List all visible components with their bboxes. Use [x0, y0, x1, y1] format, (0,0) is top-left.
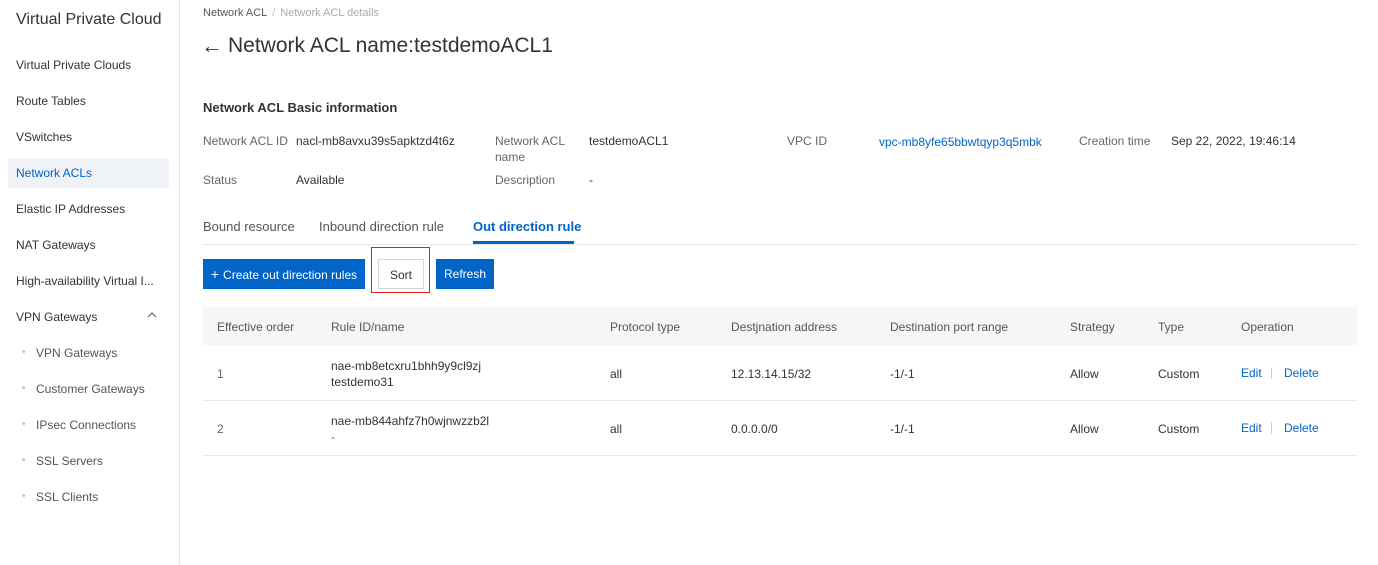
cell-protocol: all [610, 367, 623, 381]
description-value: - [589, 173, 593, 187]
sidebar-subitem-vpn-gateways[interactable]: • VPN Gateways [8, 338, 169, 368]
status-value: Available [296, 173, 345, 187]
column-header-effective-order: Effective order [217, 320, 295, 334]
operation-separator: | [1270, 365, 1274, 379]
sidebar-item-elastic-ip-addresses[interactable]: Elastic IP Addresses [8, 194, 169, 224]
sidebar-item-vswitches[interactable]: VSwitches [8, 122, 169, 152]
acl-id-label: Network ACL ID [203, 134, 288, 148]
sidebar-item-nat-gateways[interactable]: NAT Gateways [8, 230, 169, 260]
edit-link[interactable]: Edit [1241, 366, 1262, 380]
column-header-operation: Operation [1241, 320, 1294, 334]
cell-order: 1 [217, 367, 224, 381]
create-out-direction-rules-button[interactable]: + Create out direction rules [203, 259, 365, 289]
acl-id-value: nacl-mb8avxu39s5apktzd4t6z [296, 134, 455, 148]
vpc-id-label: VPC ID [787, 134, 828, 148]
sidebar-item-label: SSL Clients [36, 490, 99, 504]
row-divider [203, 400, 1357, 401]
sidebar-item-virtual-private-clouds[interactable]: Virtual Private Clouds [8, 50, 169, 80]
breadcrumb: Network ACL / Network ACL details [203, 7, 379, 19]
sidebar-item-label: Customer Gateways [36, 382, 145, 396]
tab-inbound-direction-rule[interactable]: Inbound direction rule [319, 219, 444, 234]
chevron-up-icon [147, 302, 157, 332]
sidebar-title: Virtual Private Cloud [16, 11, 162, 28]
section-title: Network ACL Basic information [203, 100, 398, 115]
column-header-protocol-type: Protocol type [610, 320, 681, 334]
cell-strategy: Allow [1070, 367, 1099, 381]
tab-out-direction-rule[interactable]: Out direction rule [473, 219, 581, 234]
sidebar-item-network-acls[interactable]: Network ACLs [8, 158, 169, 188]
creation-time-label: Creation time [1079, 134, 1151, 148]
acl-name-label-line2: name [495, 150, 526, 164]
tab-bound-resource[interactable]: Bound resource [203, 219, 295, 234]
cell-destination: 0.0.0.0/0 [731, 422, 778, 436]
cell-rule-id: nae-mb844ahfz7h0wjnwzzb2l [331, 414, 490, 428]
tabs-divider [203, 244, 1357, 245]
bullet-icon: • [22, 455, 26, 466]
cell-type: Custom [1158, 367, 1200, 381]
description-label: Description [495, 173, 556, 187]
bullet-icon: • [22, 491, 26, 502]
sidebar-item-high-availability-virtual-ip[interactable]: High-availability Virtual I... [8, 266, 169, 296]
cell-protocol: all [610, 422, 623, 436]
delete-link[interactable]: Delete [1284, 366, 1319, 380]
column-header-destination-port-range: Destination port range [890, 320, 1009, 334]
acl-name-label-line1: Network ACL [495, 134, 566, 148]
status-label: Status [203, 173, 238, 187]
cell-rule-name: - [331, 430, 335, 444]
cell-rule-name: testdemo31 [331, 375, 394, 389]
breadcrumb-separator: / [272, 7, 276, 19]
cell-order: 2 [217, 422, 224, 436]
breadcrumb-link-network-acl[interactable]: Network ACL [203, 7, 267, 19]
sidebar-subitem-customer-gateways[interactable]: • Customer Gateways [8, 374, 169, 404]
column-header-strategy: Strategy [1070, 320, 1115, 334]
sidebar-subitem-ssl-servers[interactable]: • SSL Servers [8, 446, 169, 476]
sidebar-item-label: IPsec Connections [36, 418, 137, 432]
sidebar-subitem-ssl-clients[interactable]: • SSL Clients [8, 482, 169, 512]
active-tab-indicator [473, 241, 574, 244]
page-title: Network ACL name:testdemoACL1 [228, 34, 553, 57]
sidebar-item-label: SSL Servers [36, 454, 103, 468]
sidebar-item-label: VPN Gateways [36, 346, 118, 360]
sidebar-subitem-ipsec-connections[interactable]: • IPsec Connections [8, 410, 169, 440]
cell-strategy: Allow [1070, 422, 1099, 436]
column-header-rule-id-name: Rule ID/name [331, 320, 405, 334]
column-header-type: Type [1158, 320, 1185, 334]
column-header-destination-address: Destjnation address [731, 320, 838, 334]
row-divider [203, 455, 1357, 456]
bullet-icon: • [22, 419, 26, 430]
cell-type: Custom [1158, 422, 1200, 436]
plus-icon: + [210, 266, 220, 282]
breadcrumb-current: Network ACL details [280, 7, 379, 19]
acl-name-value: testdemoACL1 [589, 134, 669, 148]
bullet-icon: • [22, 347, 26, 358]
highlight-annotation [371, 247, 430, 293]
sidebar: Virtual Private Cloud Virtual Private Cl… [0, 0, 180, 565]
sidebar-item-label: VPN Gateways [16, 310, 98, 324]
create-button-label: Create out direction rules [223, 268, 358, 282]
cell-rule-id: nae-mb8etcxru1bhh9y9cl9zj [331, 359, 482, 373]
arrow-left-icon[interactable]: ← [201, 33, 223, 59]
sidebar-item-vpn-gateways-group[interactable]: VPN Gateways [8, 302, 169, 332]
cell-port-range: -1/-1 [890, 422, 915, 436]
bullet-icon: • [22, 383, 26, 394]
sidebar-item-route-tables[interactable]: Route Tables [8, 86, 169, 116]
cell-port-range: -1/-1 [890, 367, 915, 381]
edit-link[interactable]: Edit [1241, 421, 1262, 435]
operation-separator: | [1270, 420, 1274, 434]
acl-name-label: Network ACL name [495, 133, 565, 165]
vpc-id-link[interactable]: vpc-mb8yfe65bbwtqyp3q5mbk [879, 134, 1042, 150]
cell-destination: 12.13.14.15/32 [731, 367, 812, 381]
creation-time-value: Sep 22, 2022, 19:46:14 [1171, 134, 1296, 148]
delete-link[interactable]: Delete [1284, 421, 1319, 435]
refresh-button[interactable]: Refresh [436, 259, 494, 289]
